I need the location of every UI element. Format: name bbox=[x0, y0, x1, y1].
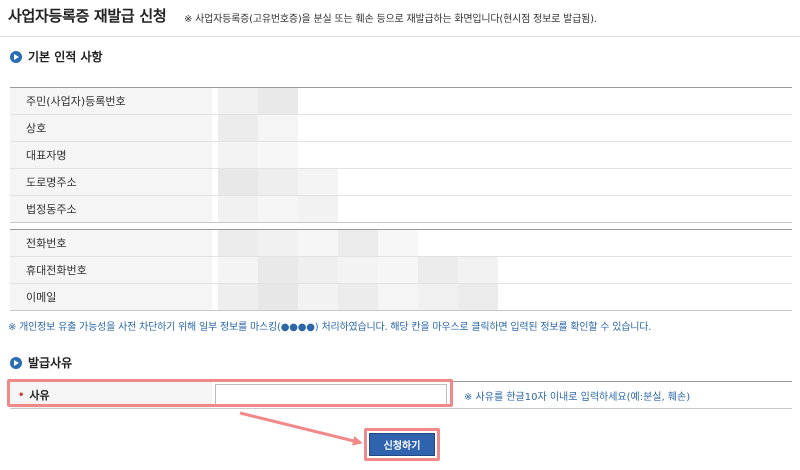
field-label-lot-address: 법정동주소 bbox=[10, 196, 212, 222]
mosaic-mask bbox=[218, 257, 498, 283]
basic-info-title-text: 기본 인적 사항 bbox=[28, 50, 103, 64]
contact-info-table: 전화번호 휴대전화번호 이메일 bbox=[10, 229, 792, 311]
masked-value-email[interactable] bbox=[212, 284, 792, 310]
reason-label: • 사유 bbox=[10, 382, 212, 408]
reason-row: • 사유 ※ 사유를 한글10자 이내로 입력하세요(예:분실, 훼손) bbox=[10, 381, 792, 409]
mosaic-mask bbox=[218, 230, 418, 256]
field-label-mobile-phone: 휴대전화번호 bbox=[10, 257, 212, 283]
reason-label-text: 사유 bbox=[29, 389, 50, 402]
table-row: 법정동주소 bbox=[10, 196, 792, 222]
field-label-registration-number: 주민(사업자)등록번호 bbox=[10, 88, 212, 114]
field-label-business-name: 상호 bbox=[10, 115, 212, 141]
reason-hint: ※ 사유를 한글10자 이내로 입력하세요(예:분실, 훼손) bbox=[464, 391, 691, 403]
basic-info-table: 주민(사업자)등록번호 상호 대표자명 도로명주소 법정동주소 bbox=[10, 87, 792, 223]
field-label-email: 이메일 bbox=[10, 284, 212, 310]
page-title: 사업자등록증 재발급 신청 bbox=[8, 7, 167, 25]
table-row: 주민(사업자)등록번호 bbox=[10, 88, 792, 115]
table-row: 대표자명 bbox=[10, 142, 792, 169]
field-label-phone: 전화번호 bbox=[10, 230, 212, 256]
masked-value-business-name[interactable] bbox=[212, 115, 792, 141]
page-description: ※ 사업자등록증(고유번호증)을 분실 또는 훼손 등으로 재발급하는 화면입니… bbox=[184, 14, 597, 25]
masking-notice: ※ 개인정보 유출 가능성을 사전 차단하기 위해 일부 정보를 마스킹(●●●… bbox=[8, 322, 652, 333]
mosaic-mask bbox=[218, 142, 298, 168]
table-row: 전화번호 bbox=[10, 230, 792, 257]
mosaic-mask bbox=[218, 115, 298, 141]
masked-value-representative-name[interactable] bbox=[212, 142, 792, 168]
reason-input[interactable] bbox=[215, 384, 447, 406]
section-bullet-icon bbox=[10, 356, 22, 369]
table-row: 도로명주소 bbox=[10, 169, 792, 196]
basic-info-section-title: 기본 인적 사항 bbox=[10, 48, 103, 65]
masked-value-registration-number[interactable] bbox=[212, 88, 792, 114]
masked-value-road-address[interactable] bbox=[212, 169, 792, 195]
required-mark: • bbox=[18, 389, 25, 401]
table-row: 상호 bbox=[10, 115, 792, 142]
masked-value-lot-address[interactable] bbox=[212, 196, 792, 222]
field-label-representative-name: 대표자명 bbox=[10, 142, 212, 168]
mosaic-mask bbox=[218, 196, 338, 222]
table-row: 이메일 bbox=[10, 284, 792, 310]
mosaic-mask bbox=[218, 169, 338, 195]
apply-button[interactable]: 신청하기 bbox=[369, 433, 435, 456]
mosaic-mask bbox=[218, 284, 498, 310]
reason-title-text: 발급사유 bbox=[28, 356, 73, 370]
mosaic-mask bbox=[218, 88, 298, 114]
masked-value-phone[interactable] bbox=[212, 230, 792, 256]
masked-value-mobile-phone[interactable] bbox=[212, 257, 792, 283]
reason-input-wrapper bbox=[212, 382, 450, 408]
section-bullet-icon bbox=[10, 50, 22, 63]
page-header: 사업자등록증 재발급 신청 ※ 사업자등록증(고유번호증)을 분실 또는 훼손 … bbox=[0, 0, 800, 37]
reason-section-title: 발급사유 bbox=[10, 354, 72, 371]
table-row: 휴대전화번호 bbox=[10, 257, 792, 284]
field-label-road-address: 도로명주소 bbox=[10, 169, 212, 195]
